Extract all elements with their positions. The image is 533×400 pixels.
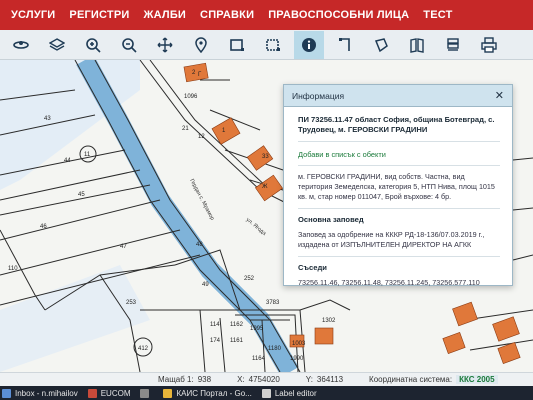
street-labels: Гердан с. Мрамор ул. Ягода — [188, 178, 267, 237]
scale-value: 938 — [197, 375, 212, 384]
parcel-label: 45 — [78, 192, 85, 198]
layers-icon[interactable] — [42, 31, 72, 59]
x-value: 4754020 — [248, 375, 280, 384]
parcel-label: 114 — [210, 322, 220, 328]
scale-label: Мащаб 1: — [158, 375, 194, 384]
divider — [298, 208, 500, 209]
nav-item-licensed-persons[interactable]: ПРАВОСПОСОБНИ ЛИЦА — [261, 9, 416, 21]
coord-system-value[interactable]: ККС 2005 — [456, 375, 498, 384]
info-icon[interactable] — [294, 30, 324, 59]
taskbar-item-kais-portal[interactable]: КАИС Портал - Go... — [163, 388, 252, 398]
parcel-label: 1162 — [230, 322, 244, 328]
parcel-label: 49 — [202, 282, 209, 288]
mail-icon — [2, 388, 11, 398]
zoom-in-icon[interactable] — [78, 31, 108, 59]
layers-stack-icon[interactable] — [438, 31, 468, 59]
x-label: X: — [237, 375, 245, 384]
divider — [298, 256, 500, 257]
parcel-label: 412 — [138, 346, 149, 352]
parcel-label: 46 — [40, 224, 47, 230]
select-rectangle-icon[interactable] — [222, 31, 252, 59]
parcel-label: 33 — [262, 154, 269, 160]
parcel-label: 1990 — [290, 356, 304, 362]
parcel-title: ПИ 73256.11.47 област София, община Боте… — [298, 115, 495, 134]
app-icon — [261, 388, 271, 398]
parcel-label: Ж — [262, 184, 268, 190]
parcel-label: 253 — [126, 300, 137, 306]
print-icon[interactable] — [474, 31, 504, 59]
parcel-label: 252 — [244, 276, 255, 282]
app-icon — [87, 388, 97, 398]
parcel-label: 1995 — [250, 326, 264, 332]
nav-item-services[interactable]: УСЛУГИ — [4, 9, 62, 21]
zoom-out-icon[interactable] — [114, 31, 144, 59]
app-icon — [140, 388, 150, 398]
nav-item-registers[interactable]: РЕГИСТРИ — [62, 9, 136, 21]
parcel-label: 21 — [182, 126, 189, 132]
parcel-label: 47 — [120, 244, 127, 250]
parcel-label: 1302 — [322, 318, 336, 324]
nav-item-complaints[interactable]: ЖАЛБИ — [136, 9, 193, 21]
close-icon[interactable]: ✕ — [495, 89, 504, 102]
parcel-label: 12 — [198, 134, 205, 140]
globe-icon[interactable] — [6, 31, 36, 59]
map-toolbar — [0, 30, 533, 60]
measure-icon[interactable] — [330, 31, 360, 59]
parcel-label: 1164 — [252, 356, 266, 362]
map-zone — [0, 265, 150, 372]
pan-icon[interactable] — [150, 31, 180, 59]
y-label: Y: — [305, 375, 313, 384]
parcel-description: м. ГЕРОВСКИ ГРАДИНИ, вид собств. Частна,… — [298, 172, 495, 201]
order-heading: Основна заповед — [298, 215, 364, 224]
top-navigation: УСЛУГИ РЕГИСТРИ ЖАЛБИ СПРАВКИ ПРАВОСПОСО… — [0, 0, 533, 30]
parcel-label: 44 — [64, 158, 71, 164]
taskbar-item-eucom[interactable]: EUCOM — [87, 388, 130, 398]
info-popup: Информация ✕ ПИ 73256.11.47 област София… — [283, 84, 513, 287]
divider — [298, 165, 500, 166]
street-label: ул. Ягода — [245, 217, 268, 238]
taskbar-item-label-editor[interactable]: Label editor — [261, 388, 317, 398]
neighbours-heading: Съседи — [298, 263, 327, 272]
neighbours-list: 73256.11.46, 73256.11.48, 73256.11.245, … — [298, 278, 480, 287]
shape-icon[interactable] — [366, 31, 396, 59]
parcel-label: 48 — [196, 242, 203, 248]
parcel-label: 110 — [8, 266, 18, 272]
info-popup-title: Информация — [292, 90, 345, 101]
chrome-icon — [163, 388, 173, 398]
info-popup-header: Информация ✕ — [284, 85, 512, 107]
taskbar-item-inbox[interactable]: Inbox - n.mihailov — [2, 388, 78, 398]
parcel-label: 3783 — [266, 300, 280, 306]
order-text: Заповед за одобрение на КККР РД-18-136/0… — [298, 230, 485, 249]
taskbar-item-app[interactable] — [140, 388, 153, 398]
divider — [298, 141, 500, 142]
add-to-list-link[interactable]: Добави в списък с обекти — [298, 150, 500, 159]
parcel-label: 1003 — [292, 341, 306, 347]
parcel-lines-right — [512, 157, 533, 261]
select-edit-icon[interactable] — [258, 31, 288, 59]
location-pin-icon[interactable] — [186, 31, 216, 59]
parcel-label: 1096 — [184, 94, 198, 100]
parcel-label: 43 — [44, 116, 51, 122]
parcel-label: 1180 — [268, 346, 282, 352]
y-value: 364113 — [316, 375, 344, 384]
parcel-label: 11 — [84, 152, 91, 158]
os-taskbar: Inbox - n.mihailov EUCOM КАИС Портал - G… — [0, 386, 533, 400]
book-icon[interactable] — [402, 31, 432, 59]
parcel-label: 174 — [210, 338, 221, 344]
coord-system-label: Координатна система: — [369, 375, 453, 384]
nav-item-test[interactable]: ТЕСТ — [416, 9, 459, 21]
street-label: Гердан с. Мрамор — [188, 178, 215, 221]
map-status-bar: Мащаб 1: 938 X: 4754020 Y: 364113 Коорди… — [0, 372, 533, 386]
parcel-label: 1161 — [230, 338, 244, 344]
nav-item-inquiries[interactable]: СПРАВКИ — [193, 9, 261, 21]
